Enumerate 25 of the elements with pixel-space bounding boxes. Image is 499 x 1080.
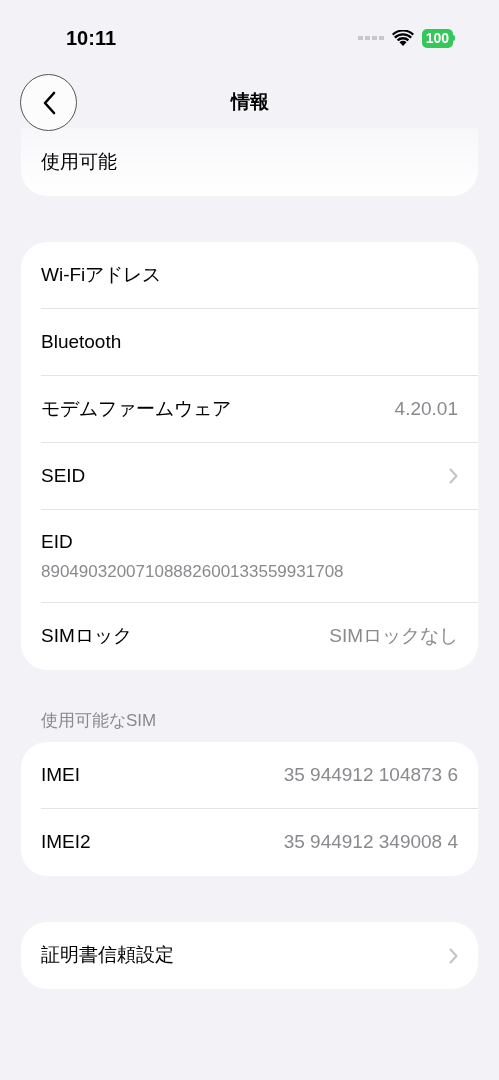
row-value: 35 944912 349008 4 xyxy=(283,830,458,855)
row-label: 証明書信頼設定 xyxy=(41,943,174,968)
row-label: IMEI xyxy=(41,762,81,787)
signal-icon xyxy=(357,36,384,40)
wifi-icon xyxy=(391,30,414,46)
back-button[interactable] xyxy=(20,74,77,131)
row-value: 4.20.01 xyxy=(394,396,458,421)
row-label: 使用可能 xyxy=(41,149,117,174)
row-label: SIMロック xyxy=(41,624,132,649)
row-label: EID xyxy=(41,530,74,554)
row-label: モデムファームウェア xyxy=(41,396,231,421)
section-header: 使用可能なSIM xyxy=(41,710,157,732)
chevron-icon xyxy=(449,947,458,964)
battery-level: 100 xyxy=(421,28,453,48)
status-time: 10:11 xyxy=(66,26,117,51)
row-label: Bluetooth xyxy=(41,329,122,354)
nav-title: 情報 xyxy=(230,89,269,114)
row-value: SIMロックなし xyxy=(329,624,458,649)
back-icon xyxy=(41,90,56,115)
row-value: 35 944912 104873 6 xyxy=(283,762,458,787)
row-label: SEID xyxy=(41,463,86,488)
row-label: IMEI2 xyxy=(41,830,91,855)
chevron-icon xyxy=(449,468,458,484)
row-label: Wi-Fiアドレス xyxy=(41,262,162,287)
row-value: 89049032007108882600133559931708 xyxy=(41,560,344,583)
